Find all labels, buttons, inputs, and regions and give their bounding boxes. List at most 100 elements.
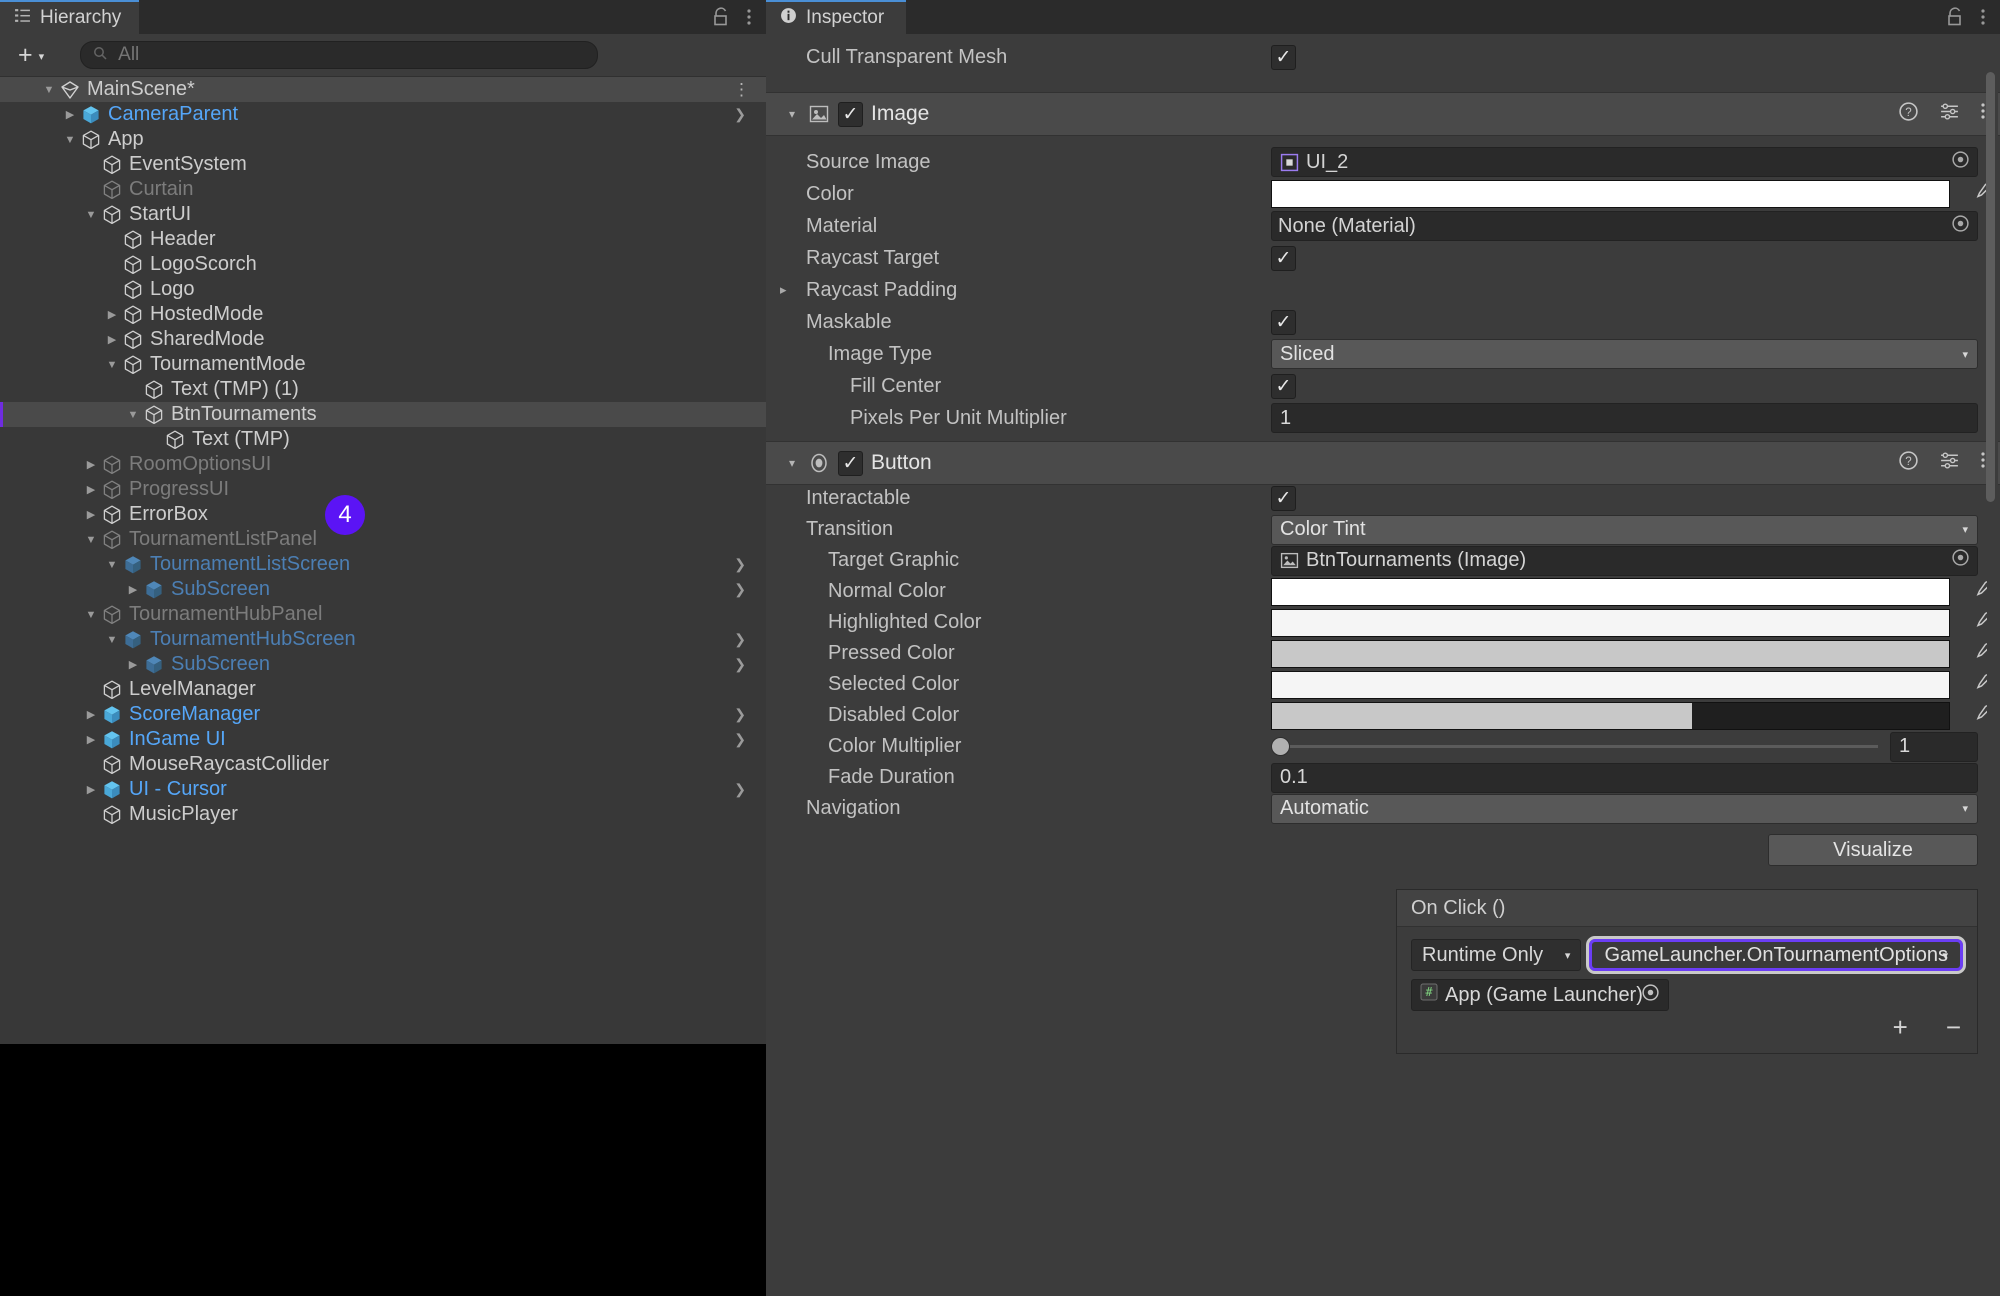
hierarchy-item-eventsystem[interactable]: EventSystem xyxy=(0,152,766,177)
hierarchy-item-curtain[interactable]: Curtain xyxy=(0,177,766,202)
open-prefab-arrow-icon[interactable]: ❯ xyxy=(734,656,746,673)
number-field[interactable]: 1 xyxy=(1271,403,1978,433)
checkbox[interactable]: ✓ xyxy=(1271,310,1296,335)
chevron-down-icon[interactable]: ▾ xyxy=(780,107,804,121)
hierarchy-item-subscreen[interactable]: ▶SubScreen❯ xyxy=(0,652,766,677)
kebab-menu-icon[interactable] xyxy=(1980,7,1986,27)
color-swatch[interactable] xyxy=(1271,609,1950,637)
event-mode-dropdown[interactable]: Runtime Only ▾ xyxy=(1411,939,1581,971)
hierarchy-item-logo[interactable]: Logo xyxy=(0,277,766,302)
chevron-right-icon[interactable]: ▶ xyxy=(82,508,100,521)
open-prefab-arrow-icon[interactable]: ❯ xyxy=(734,706,746,723)
chevron-right-icon[interactable]: ▶ xyxy=(82,483,100,496)
hierarchy-item-startui[interactable]: ▼StartUI xyxy=(0,202,766,227)
remove-event-button[interactable]: − xyxy=(1946,1012,1961,1043)
object-field[interactable]: UI_2 xyxy=(1271,147,1978,177)
component-header-button[interactable]: ▾ ✓ Button ? xyxy=(766,441,2000,485)
kebab-menu-icon[interactable] xyxy=(746,7,752,27)
image-enabled-checkbox[interactable]: ✓ xyxy=(838,102,863,127)
dropdown[interactable]: Color Tint▾ xyxy=(1271,515,1978,545)
component-header-image[interactable]: ▾ ✓ Image ? xyxy=(766,92,2000,136)
search-input[interactable] xyxy=(116,43,585,67)
chevron-right-icon[interactable]: ▶ xyxy=(124,658,142,671)
open-prefab-arrow-icon[interactable]: ❯ xyxy=(734,781,746,798)
help-icon[interactable]: ? xyxy=(1898,450,1919,477)
add-event-button[interactable]: + xyxy=(1893,1012,1908,1043)
color-swatch[interactable] xyxy=(1271,578,1950,606)
target-picker-icon[interactable] xyxy=(1951,150,1970,175)
checkbox[interactable]: ✓ xyxy=(1271,246,1296,271)
number-field[interactable]: 0.1 xyxy=(1271,763,1978,793)
hierarchy-item-logoscorch[interactable]: LogoScorch xyxy=(0,252,766,277)
dropdown[interactable]: Automatic▾ xyxy=(1271,794,1978,824)
chevron-right-icon[interactable]: ▶ xyxy=(124,583,142,596)
open-prefab-arrow-icon[interactable]: ❯ xyxy=(734,106,746,123)
object-field[interactable]: None (Material) xyxy=(1271,211,1978,241)
open-prefab-arrow-icon[interactable]: ❯ xyxy=(734,631,746,648)
preset-icon[interactable] xyxy=(1939,450,1960,477)
preset-icon[interactable] xyxy=(1939,101,1960,128)
tab-inspector[interactable]: Inspector xyxy=(766,0,906,34)
inspector-scrollbar[interactable] xyxy=(1987,68,1998,1296)
hierarchy-item-subscreen[interactable]: ▶SubScreen❯ xyxy=(0,577,766,602)
hierarchy-item-progressui[interactable]: ▶ProgressUI xyxy=(0,477,766,502)
open-prefab-arrow-icon[interactable]: ❯ xyxy=(734,556,746,573)
slider-number-field[interactable]: 1 xyxy=(1890,732,1978,762)
lock-icon[interactable] xyxy=(1946,7,1964,27)
chevron-right-icon[interactable]: ▶ xyxy=(82,783,100,796)
chevron-right-icon[interactable]: ▶ xyxy=(103,308,121,321)
event-target-object-field[interactable]: # App (Game Launcher) xyxy=(1411,979,1669,1011)
slider[interactable] xyxy=(1271,732,1878,762)
chevron-down-icon[interactable]: ▼ xyxy=(103,359,121,371)
dropdown[interactable]: Sliced▾ xyxy=(1271,339,1978,369)
chevron-right-icon[interactable]: ▶ xyxy=(82,733,100,746)
open-prefab-arrow-icon[interactable]: ❯ xyxy=(734,731,746,748)
chevron-down-icon[interactable]: ▼ xyxy=(82,609,100,621)
hierarchy-item-ingame-ui[interactable]: ▶InGame UI❯ xyxy=(0,727,766,752)
chevron-down-icon[interactable]: ▼ xyxy=(61,134,79,146)
visualize-button[interactable]: Visualize xyxy=(1768,834,1978,866)
hierarchy-item-tournamentlistscreen[interactable]: ▼TournamentListScreen❯ xyxy=(0,552,766,577)
hierarchy-item-tournamentmode[interactable]: ▼TournamentMode xyxy=(0,352,766,377)
hierarchy-search-box[interactable] xyxy=(80,41,598,69)
color-swatch[interactable] xyxy=(1271,702,1950,730)
help-icon[interactable]: ? xyxy=(1898,101,1919,128)
hierarchy-item-sharedmode[interactable]: ▶SharedMode xyxy=(0,327,766,352)
object-field[interactable]: BtnTournaments (Image) xyxy=(1271,546,1978,576)
chevron-down-icon[interactable]: ▼ xyxy=(40,84,58,96)
create-object-button[interactable]: + ▾ xyxy=(10,43,52,68)
slider-knob[interactable] xyxy=(1271,737,1290,756)
chevron-down-icon[interactable]: ▼ xyxy=(103,559,121,571)
button-enabled-checkbox[interactable]: ✓ xyxy=(838,451,863,476)
color-swatch[interactable] xyxy=(1271,180,1950,208)
hierarchy-item-levelmanager[interactable]: LevelManager xyxy=(0,677,766,702)
event-function-dropdown[interactable]: GameLauncher.OnTournamentOptions ▾ xyxy=(1589,939,1963,971)
checkbox[interactable]: ✓ xyxy=(1271,486,1296,511)
hierarchy-item-musicplayer[interactable]: MusicPlayer xyxy=(0,802,766,827)
color-swatch[interactable] xyxy=(1271,640,1950,668)
hierarchy-item-header[interactable]: Header xyxy=(0,227,766,252)
lock-icon[interactable] xyxy=(712,7,730,27)
checkbox[interactable]: ✓ xyxy=(1271,374,1296,399)
chevron-right-icon[interactable]: ▶ xyxy=(61,108,79,121)
hierarchy-item-hostedmode[interactable]: ▶HostedMode xyxy=(0,302,766,327)
target-picker-icon[interactable] xyxy=(1951,548,1970,573)
chevron-right-icon[interactable]: ▶ xyxy=(103,333,121,346)
chevron-down-icon[interactable]: ▾ xyxy=(780,456,804,470)
hierarchy-item-btntournaments[interactable]: ▼BtnTournaments xyxy=(0,402,766,427)
chevron-down-icon[interactable]: ▼ xyxy=(82,209,100,221)
chevron-down-icon[interactable]: ▼ xyxy=(103,634,121,646)
hierarchy-item-mouseraycastcollider[interactable]: MouseRaycastCollider xyxy=(0,752,766,777)
cull-transparent-mesh-checkbox[interactable]: ✓ xyxy=(1271,45,1978,70)
hierarchy-item-text-tmp-1[interactable]: Text (TMP) (1) xyxy=(0,377,766,402)
chevron-right-icon[interactable]: ▶ xyxy=(82,458,100,471)
hierarchy-item-cameraparent[interactable]: ▶CameraParent❯ xyxy=(0,102,766,127)
chevron-down-icon[interactable]: ▼ xyxy=(124,409,142,421)
hierarchy-item-text-tmp[interactable]: Text (TMP) xyxy=(0,427,766,452)
chevron-down-icon[interactable]: ▼ xyxy=(82,534,100,546)
kebab-menu-icon[interactable]: ⋮ xyxy=(733,80,750,100)
hierarchy-item-ui-cursor[interactable]: ▶UI - Cursor❯ xyxy=(0,777,766,802)
hierarchy-item-roomoptionsui[interactable]: ▶RoomOptionsUI xyxy=(0,452,766,477)
target-picker-icon[interactable] xyxy=(1951,214,1970,239)
hierarchy-item-app[interactable]: ▼App xyxy=(0,127,766,152)
